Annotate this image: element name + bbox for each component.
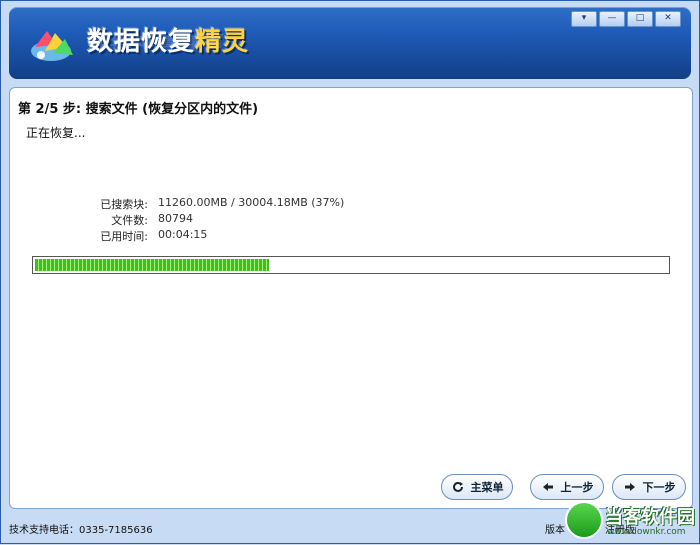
info-row-searched: 已搜索块: 11260.00MB / 30004.18MB (37%) xyxy=(50,196,344,212)
progress-bar xyxy=(32,256,670,274)
files-label: 文件数: xyxy=(111,214,148,227)
maximize-button[interactable]: □ xyxy=(627,11,653,27)
time-value: 00:04:15 xyxy=(158,228,208,241)
info-row-time: 已用时间: 00:04:15 xyxy=(50,228,344,244)
status-text: 正在恢复... xyxy=(26,126,86,140)
time-label: 已用时间: xyxy=(100,230,148,243)
app-title-reflection: 数据恢复精灵 xyxy=(87,31,225,53)
app-window: 数据恢复精灵 数据恢复精灵 ▾ — □ ✕ 第 2/5 步: 搜索文件 (恢复分… xyxy=(0,0,700,544)
support-phone: 技术支持电话：0335-7185636 xyxy=(9,525,153,536)
main-menu-button[interactable]: 主菜单 xyxy=(441,474,513,500)
arrow-right-icon xyxy=(624,483,635,491)
refresh-icon xyxy=(452,481,463,492)
minimize-button[interactable]: — xyxy=(599,11,625,27)
reflection-main: 数据恢复 xyxy=(87,31,180,49)
searched-value: 11260.00MB / 30004.18MB (37%) xyxy=(158,196,345,209)
info-row-files: 文件数: 80794 xyxy=(50,212,344,228)
step-title: 第 2/5 步: 搜索文件 (恢复分区内的文件) xyxy=(18,102,259,117)
version-label: 版本 xyxy=(545,525,565,536)
searched-label: 已搜索块: xyxy=(100,198,148,211)
title-banner: 数据恢复精灵 数据恢复精灵 ▾ — □ ✕ xyxy=(9,7,691,79)
close-button[interactable]: ✕ xyxy=(655,11,681,27)
watermark: 当客软件园 www.downkr.com xyxy=(567,499,700,545)
reflection-accent: 精灵 xyxy=(179,31,226,49)
files-value: 80794 xyxy=(158,212,193,225)
window-controls: ▾ — □ ✕ xyxy=(571,11,681,27)
app-logo-icon xyxy=(31,31,73,61)
next-button[interactable]: 下一步 xyxy=(612,474,686,500)
wizard-panel: 第 2/5 步: 搜索文件 (恢复分区内的文件) 正在恢复... 已搜索块: 1… xyxy=(9,87,693,509)
watermark-brand: 当客软件园 xyxy=(605,507,695,528)
next-label: 下一步 xyxy=(642,481,676,494)
progress-fill xyxy=(35,259,269,271)
scan-info: 已搜索块: 11260.00MB / 30004.18MB (37%) 文件数:… xyxy=(50,196,344,244)
watermark-logo-icon xyxy=(567,503,601,537)
watermark-site: www.downkr.com xyxy=(607,527,686,537)
dropdown-button[interactable]: ▾ xyxy=(571,11,597,27)
main-menu-label: 主菜单 xyxy=(470,481,504,494)
arrow-left-icon xyxy=(542,483,553,491)
prev-button[interactable]: 上一步 xyxy=(530,474,604,500)
prev-label: 上一步 xyxy=(560,481,594,494)
